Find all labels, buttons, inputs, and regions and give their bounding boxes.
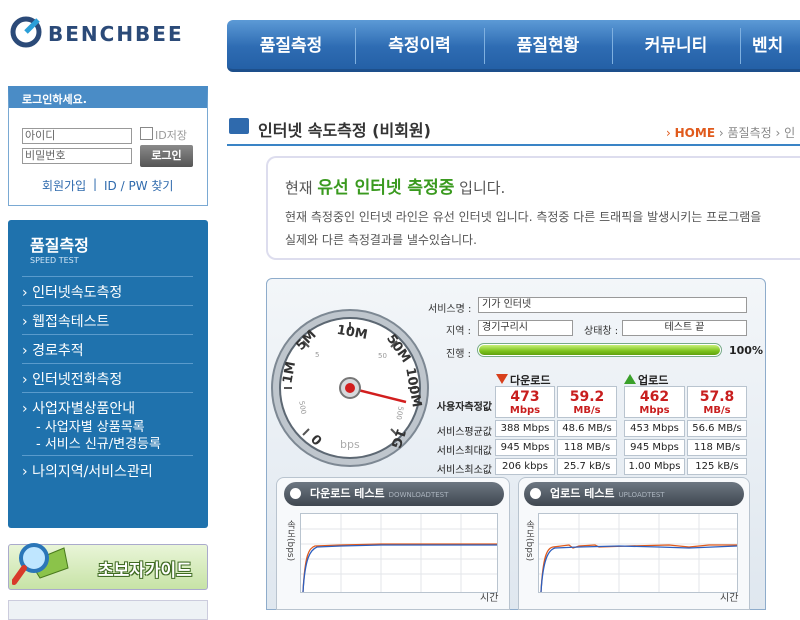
breadcrumb-quality[interactable]: 품질측정 <box>728 126 772 140</box>
save-id-checkbox[interactable] <box>140 127 153 140</box>
nav-item-quality-test[interactable]: 품질측정 <box>227 20 355 72</box>
side-banner <box>8 600 208 620</box>
sidebar-item-product-guide[interactable]: › 사업자별상품안내 <box>22 398 135 418</box>
row-label-min: 서비스최소값 <box>436 465 492 476</box>
upload-graph-box <box>538 513 738 593</box>
sidebar-item-voip-test[interactable]: › 인터넷전화측정 <box>22 369 122 389</box>
notice-text-line1: 현재 측정중인 인터넷 라인은 유선 인터넷 입니다. 측정중 다른 트래픽을 … <box>285 210 762 224</box>
avg-upload-mbs: 56.6 MB/s <box>687 420 747 437</box>
row-label-average: 서비스평균값 <box>436 427 492 438</box>
upload-x-label: 시간 <box>720 593 739 604</box>
min-upload-mbs: 125 kB/s <box>687 458 747 475</box>
upload-graph-title: 업로드 테스트 UPLOADTEST <box>524 482 744 506</box>
link-separator: | <box>93 177 98 191</box>
notice-heading: 현재 유선 인터넷 측정중 입니다. <box>285 178 506 198</box>
row-label-user: 사용자측정값 <box>436 402 492 413</box>
download-arrow-icon <box>496 374 508 384</box>
logo-text[interactable]: BENCHBEE <box>48 22 184 46</box>
region-field: 경기구리시 <box>478 320 573 336</box>
monitor-icon <box>229 118 249 134</box>
download-graph-box <box>300 513 498 593</box>
magnifier-icon <box>12 543 69 585</box>
max-download-mbps: 945 Mbps <box>495 439 555 456</box>
gauge-unit: bps <box>340 438 360 451</box>
avg-download-mbps: 388 Mbps <box>495 420 555 437</box>
find-id-pw-link[interactable]: ID / PW 찾기 <box>104 177 173 194</box>
user-upload-mbps: 462 Mbps <box>624 386 685 418</box>
breadcrumb: › HOME › 품질측정 › 인 <box>666 126 796 140</box>
service-label: 서비스명 : <box>428 304 472 315</box>
sidebar-item-region-service[interactable]: › 나의지역/서비스관리 <box>22 461 153 481</box>
progress-percent: 100% <box>729 344 763 357</box>
status-label: 상태창 : <box>584 326 619 337</box>
min-download-mbps: 206 kbps <box>495 458 555 475</box>
join-link[interactable]: 회원가입 <box>42 177 86 194</box>
breadcrumb-home[interactable]: HOME <box>675 126 715 140</box>
status-field: 테스트 끝 <box>622 320 747 336</box>
user-download-mbs: 59.2 MB/s <box>557 386 617 418</box>
max-download-mbs: 118 MB/s <box>557 439 617 456</box>
row-label-max: 서비스최대값 <box>436 446 492 457</box>
title-underline <box>227 144 800 146</box>
avg-upload-mbps: 453 Mbps <box>624 420 685 437</box>
sidebar-item-route-trace[interactable]: › 경로추적 <box>22 340 84 360</box>
user-upload-mbs: 57.8 MB/s <box>687 386 747 418</box>
nav-item-history[interactable]: 측정이력 <box>355 20 484 72</box>
guide-label: 초보자가이드 <box>98 561 192 581</box>
download-graph-bullet-icon <box>290 488 301 499</box>
nav-item-bench[interactable]: 벤치 <box>752 20 800 72</box>
user-download-mbps: 473 Mbps <box>495 386 555 418</box>
upload-arrow-icon <box>624 374 636 384</box>
download-graph-title: 다운로드 테스트 DOWNLOADTEST <box>284 482 504 506</box>
gauge-small-label: 50 <box>378 352 387 360</box>
avg-download-mbs: 48.6 MB/s <box>557 420 617 437</box>
save-id-label: ID저장 <box>155 129 187 142</box>
sidebar-subitem-service-register[interactable]: - 서비스 신규/변경등록 <box>36 433 161 452</box>
side-menu-title: 품질측정 <box>30 236 89 255</box>
top-navigation: 품질측정 측정이력 품질현황 커뮤니티 벤치 <box>227 20 800 72</box>
sidebar-item-speed-test[interactable]: › 인터넷속도측정 <box>22 282 122 302</box>
download-speed-line <box>301 514 497 593</box>
login-button[interactable]: 로그인 <box>140 145 193 167</box>
min-download-mbs: 25.7 kB/s <box>557 458 617 475</box>
id-input[interactable]: 아이디 <box>22 128 132 144</box>
password-input[interactable]: 비밀번호 <box>22 148 132 164</box>
upload-y-label: 속도(bps) <box>524 520 534 562</box>
region-label: 지역 : <box>446 326 471 337</box>
side-menu-subtitle: SPEED TEST <box>30 256 79 265</box>
page-title: 인터넷 속도측정 (비회원) <box>258 121 431 140</box>
upload-graph-bullet-icon <box>530 488 541 499</box>
progress-bar-fill <box>479 345 720 355</box>
notice-text-line2: 실제와 다른 측정결과를 낼수있습니다. <box>285 233 477 247</box>
max-upload-mbps: 945 Mbps <box>624 439 685 456</box>
benchbee-logo-icon[interactable] <box>10 16 42 48</box>
login-title: 로그인하세요. <box>22 93 87 106</box>
min-upload-mbps: 1.00 Mbps <box>624 458 685 475</box>
download-y-label: 속도(bps) <box>285 520 295 562</box>
upload-speed-line <box>539 514 738 593</box>
nav-item-status[interactable]: 품질현황 <box>484 20 612 72</box>
progress-label: 진행 : <box>446 349 471 360</box>
max-upload-mbs: 118 MB/s <box>687 439 747 456</box>
sidebar-item-web-access[interactable]: › 웹접속테스트 <box>22 311 109 331</box>
service-name-field: 기가 인터넷 <box>478 297 747 313</box>
nav-item-community[interactable]: 커뮤니티 <box>612 20 740 72</box>
speed-gauge: 0 1M 5M 10M 50M 100M 1G 500 5 50 500 bps <box>271 309 429 467</box>
gauge-small-label: 5 <box>315 351 319 359</box>
download-x-label: 시간 <box>480 593 499 604</box>
